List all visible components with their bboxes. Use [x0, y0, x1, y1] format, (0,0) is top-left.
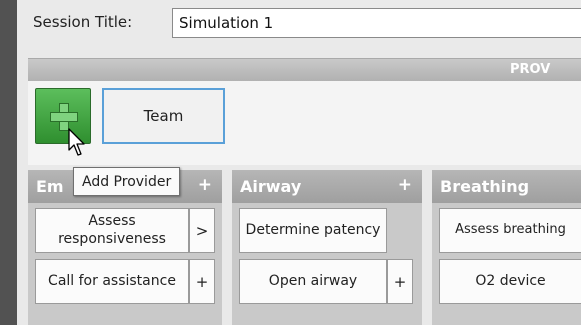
tooltip-text: Add Provider — [82, 173, 172, 190]
panel-add-button[interactable]: + — [198, 175, 212, 195]
card-call-for-assistance[interactable]: Call for assistance — [35, 259, 189, 304]
card-determine-patency[interactable]: Determine patency — [239, 208, 387, 253]
card-assess-responsiveness[interactable]: Assess responsiveness — [35, 208, 189, 253]
panel-title: Em — [36, 177, 64, 196]
panel-header: Airway + — [232, 170, 422, 203]
card-add-button[interactable]: + — [189, 259, 215, 304]
team-button[interactable]: Team — [102, 88, 225, 144]
card-o2-device[interactable]: O2 device — [439, 259, 581, 304]
add-provider-tooltip: Add Provider — [73, 167, 181, 196]
card-assess-breathing[interactable]: Assess breathing — [439, 208, 581, 253]
plus-icon — [50, 103, 78, 131]
card-expand-button[interactable]: > — [189, 208, 215, 253]
session-title-label: Session Title: — [33, 13, 133, 31]
panel-airway: Airway + Determine patency Open airway + — [232, 170, 422, 325]
panel-title: Breathing — [440, 177, 530, 196]
session-bar: Session Title: — [17, 0, 581, 50]
card-label: Determine patency — [245, 221, 381, 238]
providers-header — [28, 58, 581, 82]
panel-add-button[interactable]: + — [398, 175, 412, 195]
card-label: Assess breathing — [455, 222, 566, 238]
panel-breathing: Breathing Assess breathing O2 device — [432, 170, 581, 325]
card-label: Assess responsiveness — [58, 213, 166, 247]
team-button-label: Team — [143, 107, 184, 125]
left-sidebar-edge — [0, 0, 17, 325]
card-label: Call for assistance — [48, 272, 176, 289]
providers-title: PROV — [510, 62, 551, 77]
card-label: Open airway — [268, 272, 358, 289]
card-open-airway[interactable]: Open airway — [239, 259, 387, 304]
panel-title: Airway — [240, 177, 302, 196]
plus-icon: + — [393, 272, 407, 291]
plus-icon: + — [195, 272, 209, 291]
cursor-icon — [68, 128, 85, 156]
card-label: O2 device — [475, 272, 546, 289]
card-add-button[interactable]: + — [387, 259, 413, 304]
chevron-right-icon: > — [195, 221, 209, 240]
panel-header: Breathing — [432, 170, 581, 203]
session-title-input[interactable] — [172, 8, 581, 38]
